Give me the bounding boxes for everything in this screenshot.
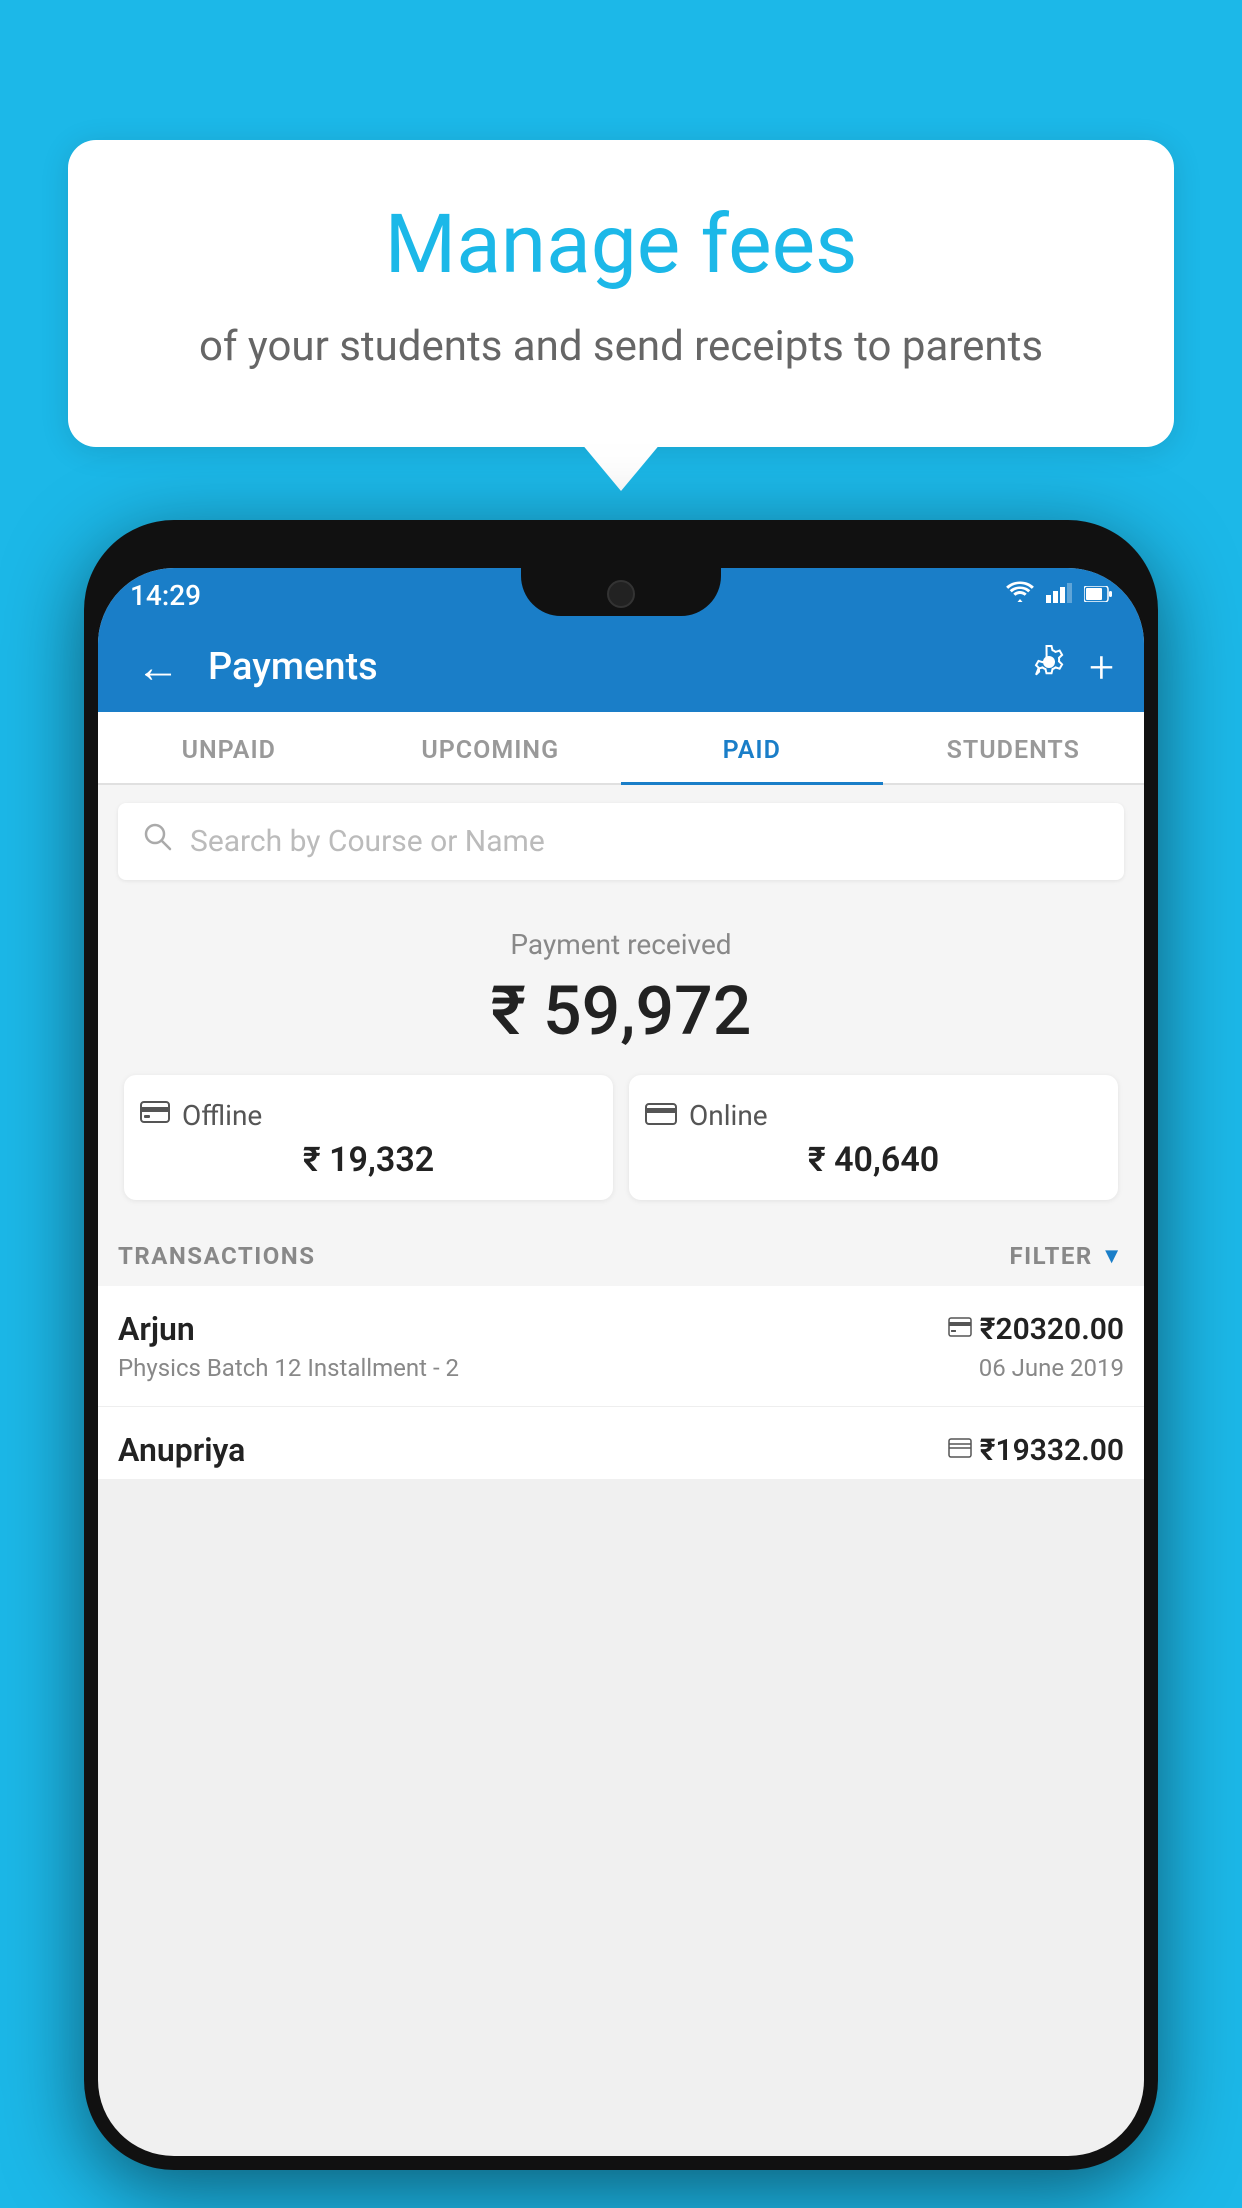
online-card: Online ₹ 40,640 xyxy=(629,1075,1118,1200)
add-button[interactable]: + xyxy=(1089,641,1114,693)
tab-upcoming[interactable]: UPCOMING xyxy=(360,712,622,783)
offline-card: Offline ₹ 19,332 xyxy=(124,1075,613,1200)
search-icon xyxy=(142,821,174,862)
transaction-date-arjun: 06 June 2019 xyxy=(979,1354,1124,1382)
online-amount: ₹ 40,640 xyxy=(645,1140,1102,1180)
offline-label: Offline xyxy=(182,1099,262,1132)
signal-icon xyxy=(1046,581,1072,609)
online-card-header: Online xyxy=(645,1099,1102,1132)
search-bar[interactable]: Search by Course or Name xyxy=(118,803,1124,880)
filter-text: FILTER xyxy=(1009,1242,1092,1270)
phone-notch xyxy=(521,568,721,616)
transactions-header: TRANSACTIONS FILTER ▼ xyxy=(98,1220,1144,1286)
offline-amount: ₹ 19,332 xyxy=(140,1140,597,1180)
hero-card: Manage fees of your students and send re… xyxy=(68,140,1174,447)
transaction-top-arjun: Arjun ₹20320.00 xyxy=(118,1310,1124,1348)
offline-icon xyxy=(140,1099,170,1132)
transaction-bottom-arjun: Physics Batch 12 Installment - 2 06 June… xyxy=(118,1354,1124,1382)
transaction-desc-arjun: Physics Batch 12 Installment - 2 xyxy=(118,1354,459,1382)
toolbar-title: Payments xyxy=(208,645,1009,689)
transaction-icon-arjun xyxy=(948,1315,972,1343)
hero-subtitle: of your students and send receipts to pa… xyxy=(128,318,1114,377)
tab-students[interactable]: STUDENTS xyxy=(883,712,1145,783)
search-input[interactable]: Search by Course or Name xyxy=(190,824,545,859)
payment-received-section: Payment received ₹ 59,972 Offline xyxy=(98,898,1144,1220)
hero-title: Manage fees xyxy=(128,200,1114,290)
filter-icon: ▼ xyxy=(1101,1243,1124,1269)
app-toolbar: ← Payments + xyxy=(98,622,1144,712)
transaction-amount-wrap-arjun: ₹20320.00 xyxy=(948,1312,1124,1347)
tab-paid[interactable]: PAID xyxy=(621,712,883,783)
filter-button[interactable]: FILTER ▼ xyxy=(1009,1242,1124,1270)
transactions-label: TRANSACTIONS xyxy=(118,1242,316,1270)
status-time: 14:29 xyxy=(130,579,201,612)
back-button[interactable]: ← xyxy=(128,633,188,701)
transaction-name-arjun: Arjun xyxy=(118,1310,195,1348)
gear-icon[interactable] xyxy=(1029,642,1069,692)
transaction-name-anupriya: Anupriya xyxy=(118,1431,245,1469)
payment-cards: Offline ₹ 19,332 Online xyxy=(124,1075,1118,1200)
tabs-row: UNPAID UPCOMING PAID STUDENTS xyxy=(98,712,1144,785)
transaction-row-arjun[interactable]: Arjun ₹20320.00 Physics Batch 12 Install… xyxy=(98,1286,1144,1407)
payment-received-amount: ₹ 59,972 xyxy=(118,971,1124,1051)
transaction-amount-arjun: ₹20320.00 xyxy=(980,1312,1124,1347)
offline-card-header: Offline xyxy=(140,1099,597,1132)
front-camera xyxy=(607,580,635,608)
transaction-row-anupriya[interactable]: Anupriya ₹19332.00 xyxy=(98,1407,1144,1479)
battery-icon xyxy=(1084,583,1112,608)
search-bar-wrapper: Search by Course or Name xyxy=(98,785,1144,898)
transaction-top-anupriya: Anupriya ₹19332.00 xyxy=(118,1431,1124,1469)
wifi-icon xyxy=(1006,580,1034,610)
transaction-icon-anupriya xyxy=(948,1436,972,1464)
online-icon xyxy=(645,1099,677,1132)
status-icons xyxy=(1006,580,1112,610)
online-label: Online xyxy=(689,1099,768,1132)
transaction-amount-anupriya: ₹19332.00 xyxy=(980,1433,1124,1468)
phone-screen: 14:29 xyxy=(98,568,1144,2156)
phone-frame: 14:29 xyxy=(84,520,1158,2170)
tab-unpaid[interactable]: UNPAID xyxy=(98,712,360,783)
payment-received-label: Payment received xyxy=(118,928,1124,961)
transaction-amount-wrap-anupriya: ₹19332.00 xyxy=(948,1433,1124,1468)
